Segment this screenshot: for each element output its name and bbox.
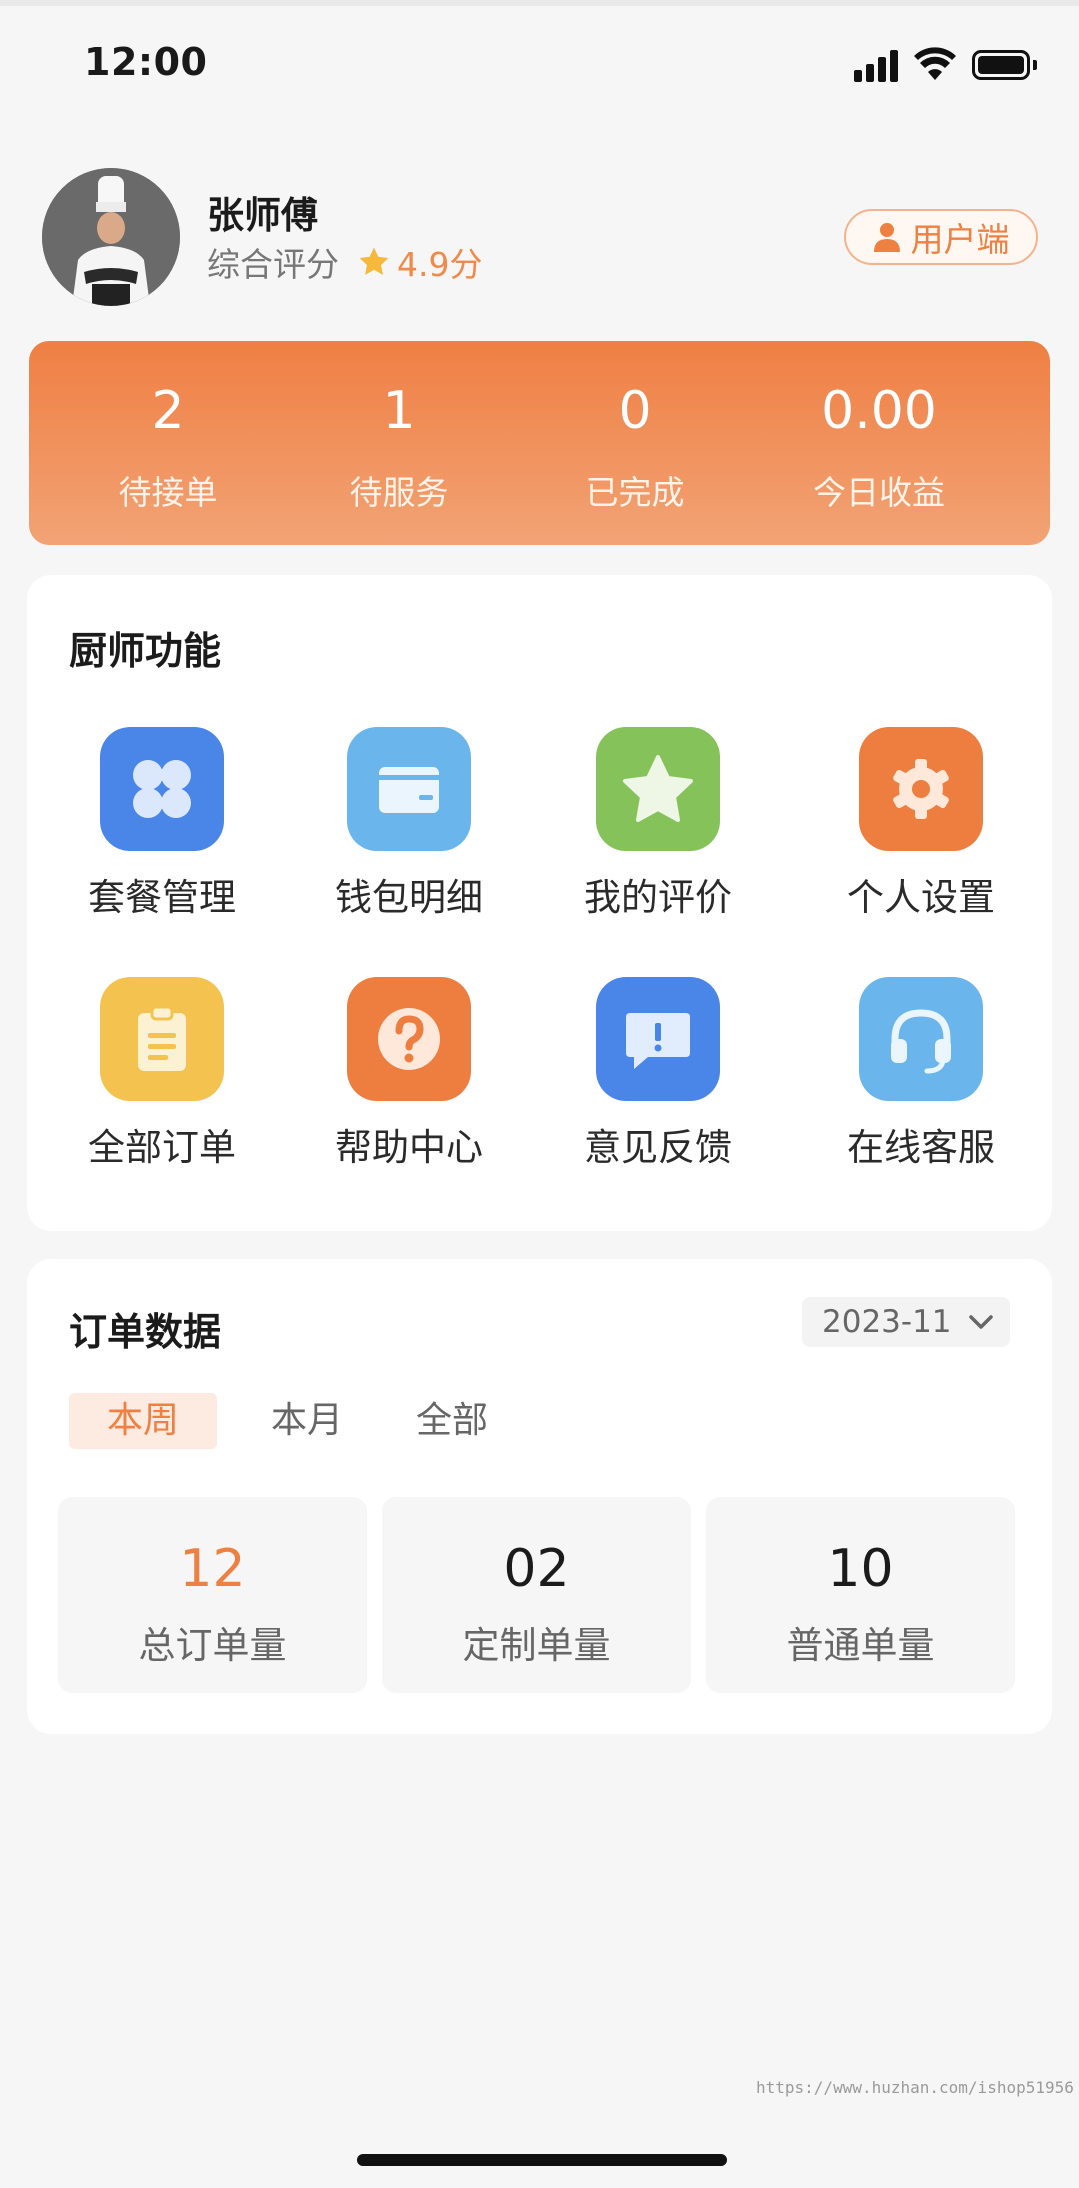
rating-value: 4.9分 [397, 245, 483, 284]
chef-functions-card: 厨师功能 套餐管理 钱包明细 我的评价 个人设置 全部订单 帮助中心 意见反馈 … [27, 575, 1052, 1231]
func-icon-bg [100, 977, 224, 1101]
order-label: 定制单量 [462, 1624, 611, 1667]
func-label: 帮助中心 [335, 1126, 483, 1169]
func-icon-bg [100, 727, 224, 851]
stat-label: 今日收益 [813, 473, 945, 512]
chef-portrait-icon [42, 168, 180, 306]
avatar[interactable] [42, 168, 180, 306]
star-icon [359, 247, 389, 275]
status-bar: 12:00 [0, 0, 1079, 130]
order-count: 02 [503, 1539, 570, 1599]
section-title: 厨师功能 [69, 629, 222, 673]
order-data-card: 订单数据 2023-11 本周 本月 全部 12 总订单量 02 定制单量 10… [27, 1259, 1052, 1734]
stat-pending-accept[interactable]: 2 待接单 [43, 341, 293, 545]
headset-icon [891, 1009, 951, 1074]
stat-value: 1 [382, 381, 416, 441]
status-time: 12:00 [84, 40, 208, 84]
switch-to-user-button[interactable]: 用户端 [844, 209, 1038, 265]
func-label: 全部订单 [88, 1126, 236, 1169]
func-all-orders[interactable]: 全部订单 [52, 977, 272, 1169]
regular-orders-box[interactable]: 10 普通单量 [706, 1497, 1015, 1693]
month-select[interactable]: 2023-11 [802, 1297, 1010, 1347]
stat-completed[interactable]: 0 已完成 [510, 341, 760, 545]
func-label: 个人设置 [847, 876, 995, 919]
stat-value: 2 [151, 381, 185, 441]
clipboard-icon [138, 1005, 186, 1071]
func-icon-bg [347, 727, 471, 851]
func-label: 在线客服 [847, 1126, 995, 1169]
wifi-icon [914, 47, 956, 80]
func-personal-settings[interactable]: 个人设置 [811, 727, 1031, 919]
func-package-management[interactable]: 套餐管理 [52, 727, 272, 919]
cellular-signal-icon [854, 50, 900, 82]
stat-label: 待服务 [349, 473, 449, 512]
gear-icon [893, 759, 949, 819]
feedback-icon [626, 1013, 690, 1069]
func-label: 套餐管理 [88, 876, 236, 919]
tab-this-month[interactable]: 本月 [257, 1393, 357, 1449]
tab-this-week[interactable]: 本周 [69, 1393, 217, 1449]
month-value: 2023-11 [822, 1304, 952, 1340]
func-label: 意见反馈 [584, 1126, 732, 1169]
stats-banner: 2 待接单 1 待服务 0 已完成 0.00 今日收益 [29, 341, 1050, 545]
func-icon-bg [596, 977, 720, 1101]
func-label: 钱包明细 [335, 876, 483, 919]
func-wallet-details[interactable]: 钱包明细 [299, 727, 519, 919]
func-label: 我的评价 [584, 876, 732, 919]
stat-value: 0.00 [821, 381, 937, 441]
grid-icon [133, 760, 191, 818]
star-icon [623, 755, 693, 822]
order-label: 总订单量 [138, 1624, 287, 1667]
chevron-down-icon [968, 1315, 993, 1329]
custom-orders-box[interactable]: 02 定制单量 [382, 1497, 691, 1693]
order-count: 10 [827, 1539, 894, 1599]
func-icon-bg [859, 727, 983, 851]
battery-icon [972, 50, 1037, 80]
rating-label: 综合评分 [207, 245, 339, 284]
order-label: 普通单量 [786, 1624, 935, 1667]
rating-row: 综合评分 4.9分 [207, 240, 482, 284]
func-icon-bg [859, 977, 983, 1101]
func-online-support[interactable]: 在线客服 [811, 977, 1031, 1169]
stat-label: 已完成 [585, 473, 685, 512]
person-icon [873, 223, 900, 252]
func-icon-bg [347, 977, 471, 1101]
switch-button-label: 用户端 [910, 220, 1010, 259]
wallet-icon [379, 767, 439, 813]
func-help-center[interactable]: 帮助中心 [299, 977, 519, 1169]
func-my-reviews[interactable]: 我的评价 [548, 727, 768, 919]
order-count: 12 [179, 1539, 246, 1599]
question-icon [378, 1008, 440, 1070]
total-orders-box[interactable]: 12 总订单量 [58, 1497, 367, 1693]
func-feedback[interactable]: 意见反馈 [548, 977, 768, 1169]
chef-name: 张师傅 [207, 194, 318, 237]
stat-label: 待接单 [118, 473, 218, 512]
home-indicator[interactable] [357, 2154, 727, 2166]
func-icon-bg [596, 727, 720, 851]
tab-all[interactable]: 全部 [402, 1393, 502, 1449]
stat-today-earnings[interactable]: 0.00 今日收益 [754, 341, 1004, 545]
stat-value: 0 [618, 381, 652, 441]
stat-pending-service[interactable]: 1 待服务 [274, 341, 524, 545]
section-title: 订单数据 [69, 1310, 222, 1354]
watermark: https://www.huzhan.com/ishop51956 [756, 2078, 1074, 2097]
